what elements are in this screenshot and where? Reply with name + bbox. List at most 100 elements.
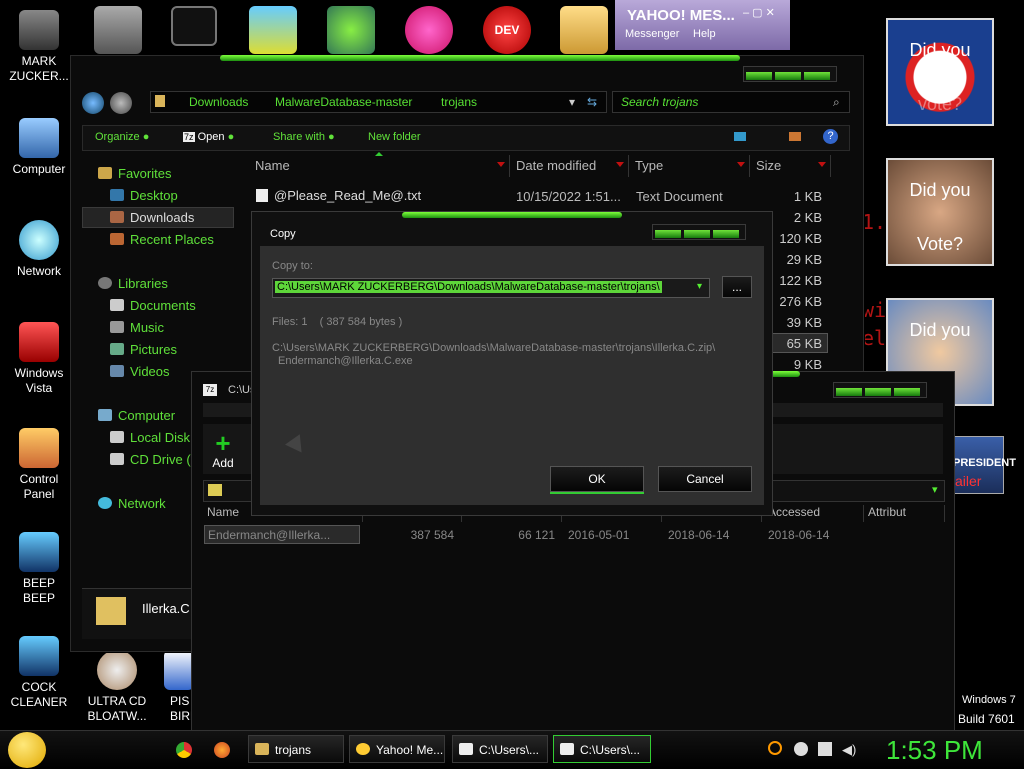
desktop-icon-cd[interactable]: ULTRA CD BLOATW... (78, 650, 156, 724)
nav-videos[interactable]: Videos (110, 364, 170, 379)
desktop-icon-control-panel[interactable]: Control Panel (0, 428, 78, 502)
tray-search-icon[interactable] (768, 741, 782, 755)
breadcrumb-downloads[interactable]: Downloads (189, 95, 248, 109)
notepad-app-icon[interactable] (94, 6, 142, 54)
add-button[interactable]: + Add (205, 430, 241, 472)
refresh-icon[interactable]: ⇆ (587, 95, 597, 109)
column-date-modified[interactable]: Date modified (510, 155, 629, 177)
dialog-title: Copy (270, 228, 296, 240)
address-bar[interactable]: Downloads MalwareDatabase-master trojans… (150, 91, 607, 113)
help-icon[interactable]: ? (823, 129, 838, 144)
handshake-app-icon[interactable] (560, 6, 608, 54)
nav-favorites[interactable]: Favorites (98, 166, 171, 181)
up-folder-icon[interactable] (208, 484, 222, 496)
copy-to-path-value: C:\Users\MARK ZUCKERBERG\Downloads\Malwa… (275, 281, 662, 293)
nav-cd-drive[interactable]: CD Drive (E (110, 452, 192, 467)
nav-computer[interactable]: Computer (98, 408, 175, 423)
search-input[interactable]: Search trojans (621, 95, 698, 109)
devcpp-app-icon[interactable]: DEV C++ (483, 6, 531, 85)
column-type[interactable]: Type (629, 155, 750, 177)
7zip-column-accessed[interactable]: Accessed (764, 505, 864, 522)
back-button[interactable] (82, 92, 104, 114)
yahoo-menu-messenger[interactable]: Messenger (625, 28, 679, 40)
breadcrumb-trojans[interactable]: trojans (441, 95, 477, 109)
nav-recent-places[interactable]: Recent Places (110, 232, 214, 247)
ok-button[interactable]: OK (550, 466, 644, 492)
tray-volume-icon[interactable]: ◀) (842, 742, 856, 758)
open-button[interactable]: 7z Open ● (183, 131, 234, 143)
control-panel-icon (19, 428, 59, 468)
chevron-down-icon[interactable]: ▾ (932, 483, 938, 496)
burner-app-icon[interactable] (249, 6, 297, 54)
cmd-app-icon[interactable] (171, 6, 217, 46)
desktop-icon-label: Computer (12, 162, 66, 176)
nav-local-disk[interactable]: Local Disk (110, 430, 192, 445)
file-row[interactable]: @Please_Read_Me@.txt (256, 188, 421, 203)
yahoo-window-controls[interactable]: – ▢ ✕ (743, 6, 775, 19)
copy-dialog[interactable]: Copy Copy to: C:\Users\MARK ZUCKERBERG\D… (251, 211, 773, 516)
tray-network-icon[interactable] (818, 742, 832, 756)
search-icon[interactable]: ⌕ (833, 95, 840, 110)
desktop-icon-cleaner[interactable]: COCK CLEANER (0, 636, 78, 710)
firefox-icon[interactable] (214, 742, 230, 758)
explorer-title-glow (220, 55, 740, 61)
source-path-line2: Endermanch@Illerka.C.exe (278, 355, 413, 367)
desktop-icon-network[interactable]: Network (0, 220, 78, 279)
taskbar-button-yahoo[interactable]: Yahoo! Me... (349, 735, 445, 763)
search-box[interactable]: Search trojans ⌕ (612, 91, 850, 113)
desktop-icon-recycle[interactable]: Windows Vista (0, 322, 78, 396)
chrome-icon[interactable] (176, 742, 192, 758)
desktop-icon-computer[interactable]: Computer (0, 118, 78, 177)
forward-button[interactable] (110, 92, 132, 114)
breadcrumb-malwaredatabase[interactable]: MalwareDatabase-master (275, 95, 412, 109)
nav-pictures[interactable]: Pictures (110, 342, 177, 357)
angry-birds-app-icon[interactable] (327, 6, 375, 54)
clock[interactable]: 1:53 PM (886, 735, 983, 766)
organize-button[interactable]: Organize ● (95, 131, 149, 143)
president-mailer-icon[interactable]: PRESIDENT ailer (950, 436, 1016, 494)
7zip-row-packed: 66 121 (518, 528, 555, 542)
downloads-icon (110, 211, 124, 223)
7zip-icon: 7z (183, 132, 195, 142)
nav-downloads[interactable]: Downloads (110, 210, 194, 225)
preview-pane-icon[interactable] (789, 132, 801, 141)
share-with-button[interactable]: Share with ● (273, 131, 335, 143)
star-icon (98, 167, 112, 179)
cancel-button[interactable]: Cancel (658, 466, 752, 492)
dialog-window-controls[interactable] (652, 224, 746, 240)
start-button[interactable] (8, 732, 46, 768)
column-size[interactable]: Size (750, 155, 831, 177)
nav-music[interactable]: Music (110, 320, 164, 335)
yahoo-menu-help[interactable]: Help (693, 28, 716, 40)
details-file-name: Illerka.C (142, 601, 190, 616)
7zip-app-icon: 7z (203, 384, 217, 396)
desktop-icon-label: Windows Vista (14, 366, 64, 395)
view-options-icon[interactable] (734, 132, 746, 141)
cleaner-icon (19, 636, 59, 676)
nav-desktop[interactable]: Desktop (110, 188, 178, 203)
nav-documents[interactable]: Documents (110, 298, 196, 313)
new-folder-button[interactable]: New folder (368, 131, 421, 143)
chevron-down-icon[interactable]: ▾ (569, 95, 575, 109)
nav-network[interactable]: Network (98, 496, 166, 511)
copy-to-path-field[interactable]: C:\Users\MARK ZUCKERBERG\Downloads\Malwa… (272, 278, 710, 298)
mouse-cursor-icon (285, 434, 309, 458)
taskbar-button-trojans[interactable]: trojans (248, 735, 344, 763)
president-label: PRESIDENT (953, 457, 1016, 469)
taskbar-button-7zip-2[interactable]: C:\Users\... (553, 735, 651, 763)
desktop-icon-beep[interactable]: BEEP BEEP (0, 532, 78, 606)
nav-libraries[interactable]: Libraries (98, 276, 168, 291)
explorer-window-controls[interactable] (743, 66, 837, 82)
yahoo-messenger-window[interactable]: YAHOO! MES... Messenger Help – ▢ ✕ (615, 0, 790, 50)
column-name[interactable]: Name (247, 155, 510, 177)
chevron-down-icon[interactable]: ▾ (697, 281, 702, 292)
desktop-icon-user[interactable]: MARK ZUCKER... (0, 10, 78, 84)
poster-bottom-text: Vote? (916, 234, 964, 254)
taskbar-button-7zip-1[interactable]: C:\Users\... (452, 735, 548, 763)
tray-app-icon[interactable] (794, 742, 808, 756)
7zip-column-attributes[interactable]: Attribut (864, 505, 945, 522)
p-app-icon[interactable] (405, 6, 453, 54)
browse-button[interactable]: ... (722, 276, 752, 298)
7zip-window-controls[interactable] (833, 382, 927, 398)
cd-icon (97, 650, 137, 690)
